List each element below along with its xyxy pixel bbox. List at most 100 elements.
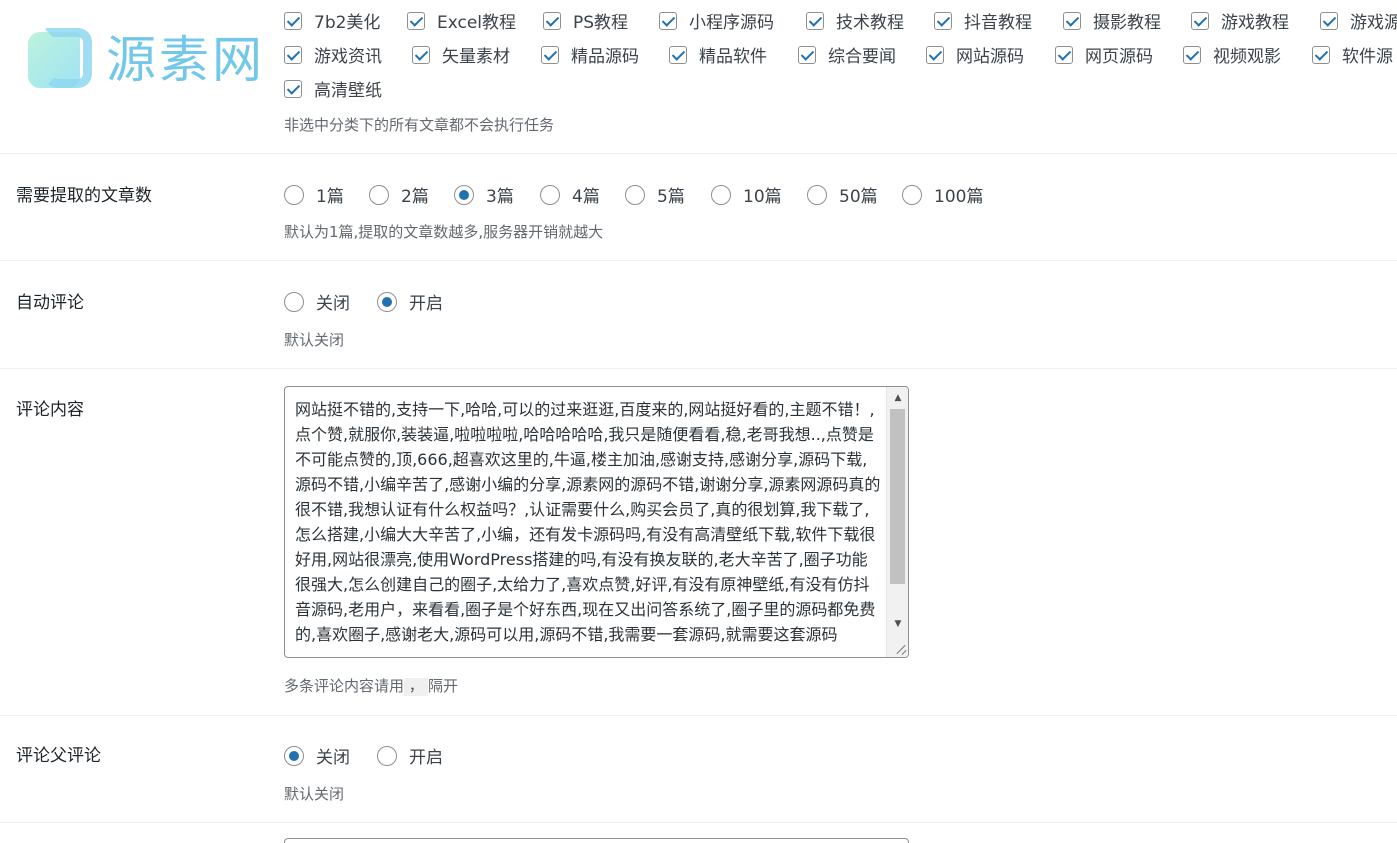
category-label: 7b2美化 [314,13,381,33]
checkbox-checked-icon[interactable] [1063,11,1081,30]
article-count-option[interactable]: 3篇 [454,182,514,207]
radio-icon[interactable] [711,184,731,205]
category-checkbox[interactable]: 抖音教程 [934,8,1032,33]
radio-label: 100篇 [934,187,984,207]
category-label: 游戏源 [1350,13,1397,33]
checkbox-checked-icon[interactable] [934,11,952,30]
auto-comment-label: 自动评论 [16,293,84,313]
category-checkbox[interactable]: 小程序源码 [659,8,774,33]
radio-icon[interactable] [625,184,645,205]
parent-comment-hint: 默认关闭 [284,785,345,803]
category-label: 小程序源码 [689,13,774,33]
comment-hint-prefix: 多条评论内容请用 [284,677,405,695]
comment-content-textarea[interactable]: 网站挺不错的,支持一下,哈哈,可以的过来逛逛,百度来的,网站挺好看的,主题不错！… [284,386,909,658]
auto-comment-option[interactable]: 关闭 [284,289,350,314]
radio-label: 关闭 [316,294,350,314]
parent-comment-option[interactable]: 开启 [377,743,443,768]
article-count-option[interactable]: 5篇 [625,182,685,207]
category-checkbox[interactable]: 精品源码 [541,42,639,67]
checkbox-checked-icon[interactable] [1320,11,1338,30]
radio-label: 4篇 [572,187,600,207]
checkbox-checked-icon[interactable] [412,45,430,64]
category-checkbox[interactable]: 游戏源 [1320,8,1397,33]
category-label: 精品软件 [699,47,767,67]
radio-icon[interactable] [902,184,922,205]
radio-label: 开启 [409,294,443,314]
radio-icon[interactable] [284,291,304,312]
category-checkbox[interactable]: 综合要闻 [798,42,896,67]
category-checkbox[interactable]: Excel教程 [407,8,516,33]
category-label: 综合要闻 [828,47,896,67]
article-count-option[interactable]: 4篇 [540,182,600,207]
radio-icon[interactable] [454,184,474,205]
radio-icon[interactable] [377,291,397,312]
checkbox-checked-icon[interactable] [407,11,425,30]
radio-label: 关闭 [316,748,350,768]
category-checkbox[interactable]: 矢量素材 [412,42,510,67]
checkbox-checked-icon[interactable] [1055,45,1073,64]
category-checkbox[interactable]: PS教程 [543,8,628,33]
checkbox-checked-icon[interactable] [798,45,816,64]
checkbox-checked-icon[interactable] [284,79,302,98]
checkbox-checked-icon[interactable] [284,11,302,30]
article-count-label: 需要提取的文章数 [16,186,152,206]
article-count-hint: 默认为1篇,提取的文章数越多,服务器开销就越大 [284,223,604,241]
checkbox-checked-icon[interactable] [659,11,677,30]
scroll-up-arrow-icon[interactable]: ▲ [887,389,908,407]
parent-comment-option[interactable]: 关闭 [284,743,350,768]
article-count-option[interactable]: 1篇 [284,182,344,207]
article-count-option[interactable]: 100篇 [902,182,983,207]
category-label: 视频观影 [1213,47,1281,67]
article-count-option[interactable]: 2篇 [369,182,429,207]
scroll-down-arrow-icon[interactable]: ▼ [887,615,908,633]
category-label: 游戏教程 [1221,13,1289,33]
radio-label: 2篇 [401,187,429,207]
next-field-input[interactable] [284,838,909,843]
checkbox-checked-icon[interactable] [1191,11,1209,30]
comment-content-text[interactable]: 网站挺不错的,支持一下,哈哈,可以的过来逛逛,百度来的,网站挺好看的,主题不错！… [295,397,881,647]
article-count-option[interactable]: 50篇 [807,182,878,207]
category-checkbox[interactable]: 视频观影 [1183,42,1281,67]
radio-icon[interactable] [284,745,304,766]
resize-handle-icon[interactable] [894,643,906,655]
checkbox-checked-icon[interactable] [806,11,824,30]
category-label: 矢量素材 [442,47,510,67]
article-count-row: 需要提取的文章数 1篇 2篇 3篇 4篇 5篇 10篇 50篇 100篇 默认为1篇,提取的文… [0,154,1397,261]
checkbox-checked-icon[interactable] [541,45,559,64]
radio-icon[interactable] [540,184,560,205]
category-label: Excel教程 [437,13,517,33]
comment-content-hint: 多条评论内容请用，隔开 [284,675,458,696]
category-checkbox[interactable]: 软件源 [1312,42,1393,67]
auto-comment-row: 自动评论 关闭 开启 默认关闭 [0,261,1397,369]
settings-page: 源素网 7b2美化 Excel教程 PS教程 小程序源码 技术教程 抖音教程 摄影教程 游戏教… [0,0,1397,843]
category-label: 网站源码 [956,47,1024,67]
category-checkbox[interactable]: 技术教程 [806,8,904,33]
checkbox-checked-icon[interactable] [669,45,687,64]
category-checkbox[interactable]: 游戏资讯 [284,42,382,67]
category-label: 高清壁纸 [314,81,382,101]
category-checkbox[interactable]: 网站源码 [926,42,1024,67]
category-label: 软件源 [1342,47,1393,67]
checkbox-checked-icon[interactable] [1183,45,1201,64]
category-checkbox[interactable]: 游戏教程 [1191,8,1289,33]
auto-comment-option[interactable]: 开启 [377,289,443,314]
radio-icon[interactable] [807,184,827,205]
category-checkbox[interactable]: 网页源码 [1055,42,1153,67]
category-checkbox[interactable]: 精品软件 [669,42,767,67]
textarea-scrollbar[interactable]: ▲ ▼ [886,387,908,657]
category-checkbox[interactable]: 摄影教程 [1063,8,1161,33]
radio-icon[interactable] [369,184,389,205]
scrollbar-thumb[interactable] [890,409,905,584]
category-checkbox[interactable]: 7b2美化 [284,8,380,33]
radio-icon[interactable] [284,184,304,205]
checkbox-checked-icon[interactable] [1312,45,1330,64]
category-checkbox[interactable]: 高清壁纸 [284,76,382,101]
radio-label: 10篇 [743,187,782,207]
categories-row: 7b2美化 Excel教程 PS教程 小程序源码 技术教程 抖音教程 摄影教程 游戏教程 游戏源… [0,0,1397,154]
categories-hint: 非选中分类下的所有文章都不会执行任务 [284,116,555,134]
checkbox-checked-icon[interactable] [284,45,302,64]
radio-icon[interactable] [377,745,397,766]
article-count-option[interactable]: 10篇 [711,182,782,207]
checkbox-checked-icon[interactable] [926,45,944,64]
checkbox-checked-icon[interactable] [543,11,561,30]
